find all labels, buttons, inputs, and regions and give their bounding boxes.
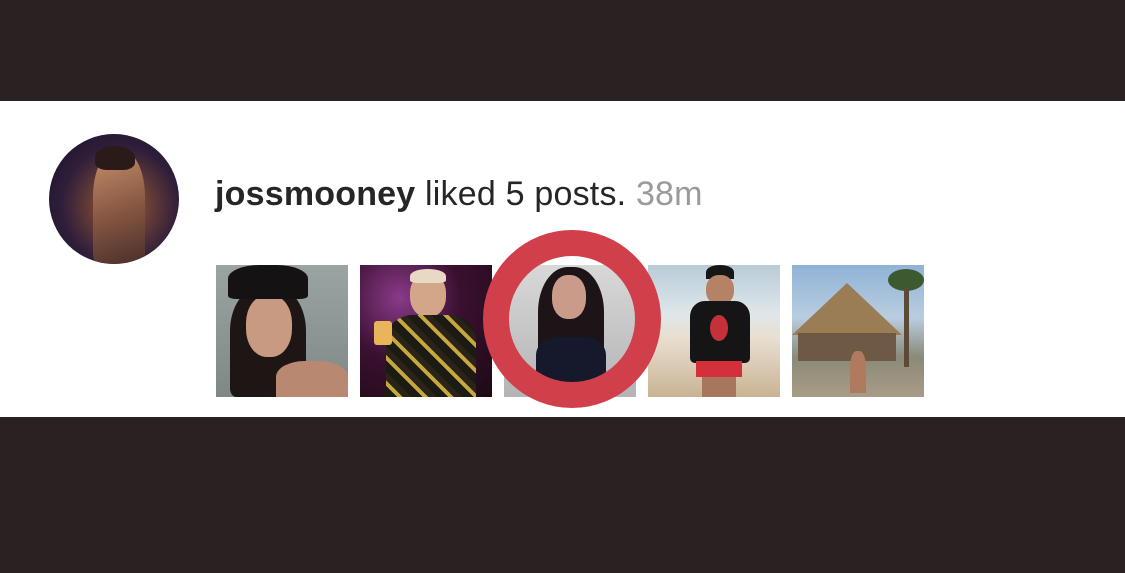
action-text: liked 5 posts. — [425, 175, 627, 213]
palm-trunk-shape — [904, 287, 909, 367]
avatar-hair — [95, 146, 135, 170]
post-thumbnail-2[interactable] — [360, 265, 492, 397]
legs-shape — [702, 377, 736, 397]
face-shape — [246, 295, 292, 357]
timestamp: 38m — [635, 175, 703, 213]
activity-text: jossmooney liked 5 posts. 38m — [215, 175, 703, 214]
glass-shape — [374, 321, 392, 345]
hut-shape — [798, 333, 896, 361]
shoulder-shape — [276, 361, 348, 397]
post-thumbnail-5[interactable] — [792, 265, 924, 397]
highlight-circle — [483, 230, 661, 408]
user-avatar[interactable] — [49, 134, 179, 264]
hair-shape — [410, 269, 446, 283]
post-thumbnail-4[interactable] — [648, 265, 780, 397]
post-thumbnail-1[interactable] — [216, 265, 348, 397]
shirt-shape — [386, 315, 476, 397]
roof-shape — [792, 283, 902, 335]
activity-notification-row[interactable]: jossmooney liked 5 posts. 38m — [0, 101, 1125, 417]
shirt-print-shape — [710, 315, 728, 341]
top-dark-band — [0, 0, 1125, 101]
beanie-shape — [228, 265, 308, 299]
person-shape — [850, 351, 866, 393]
shorts-shape — [696, 361, 742, 377]
username-link[interactable]: jossmooney — [215, 175, 415, 213]
bottom-dark-band — [0, 417, 1125, 573]
